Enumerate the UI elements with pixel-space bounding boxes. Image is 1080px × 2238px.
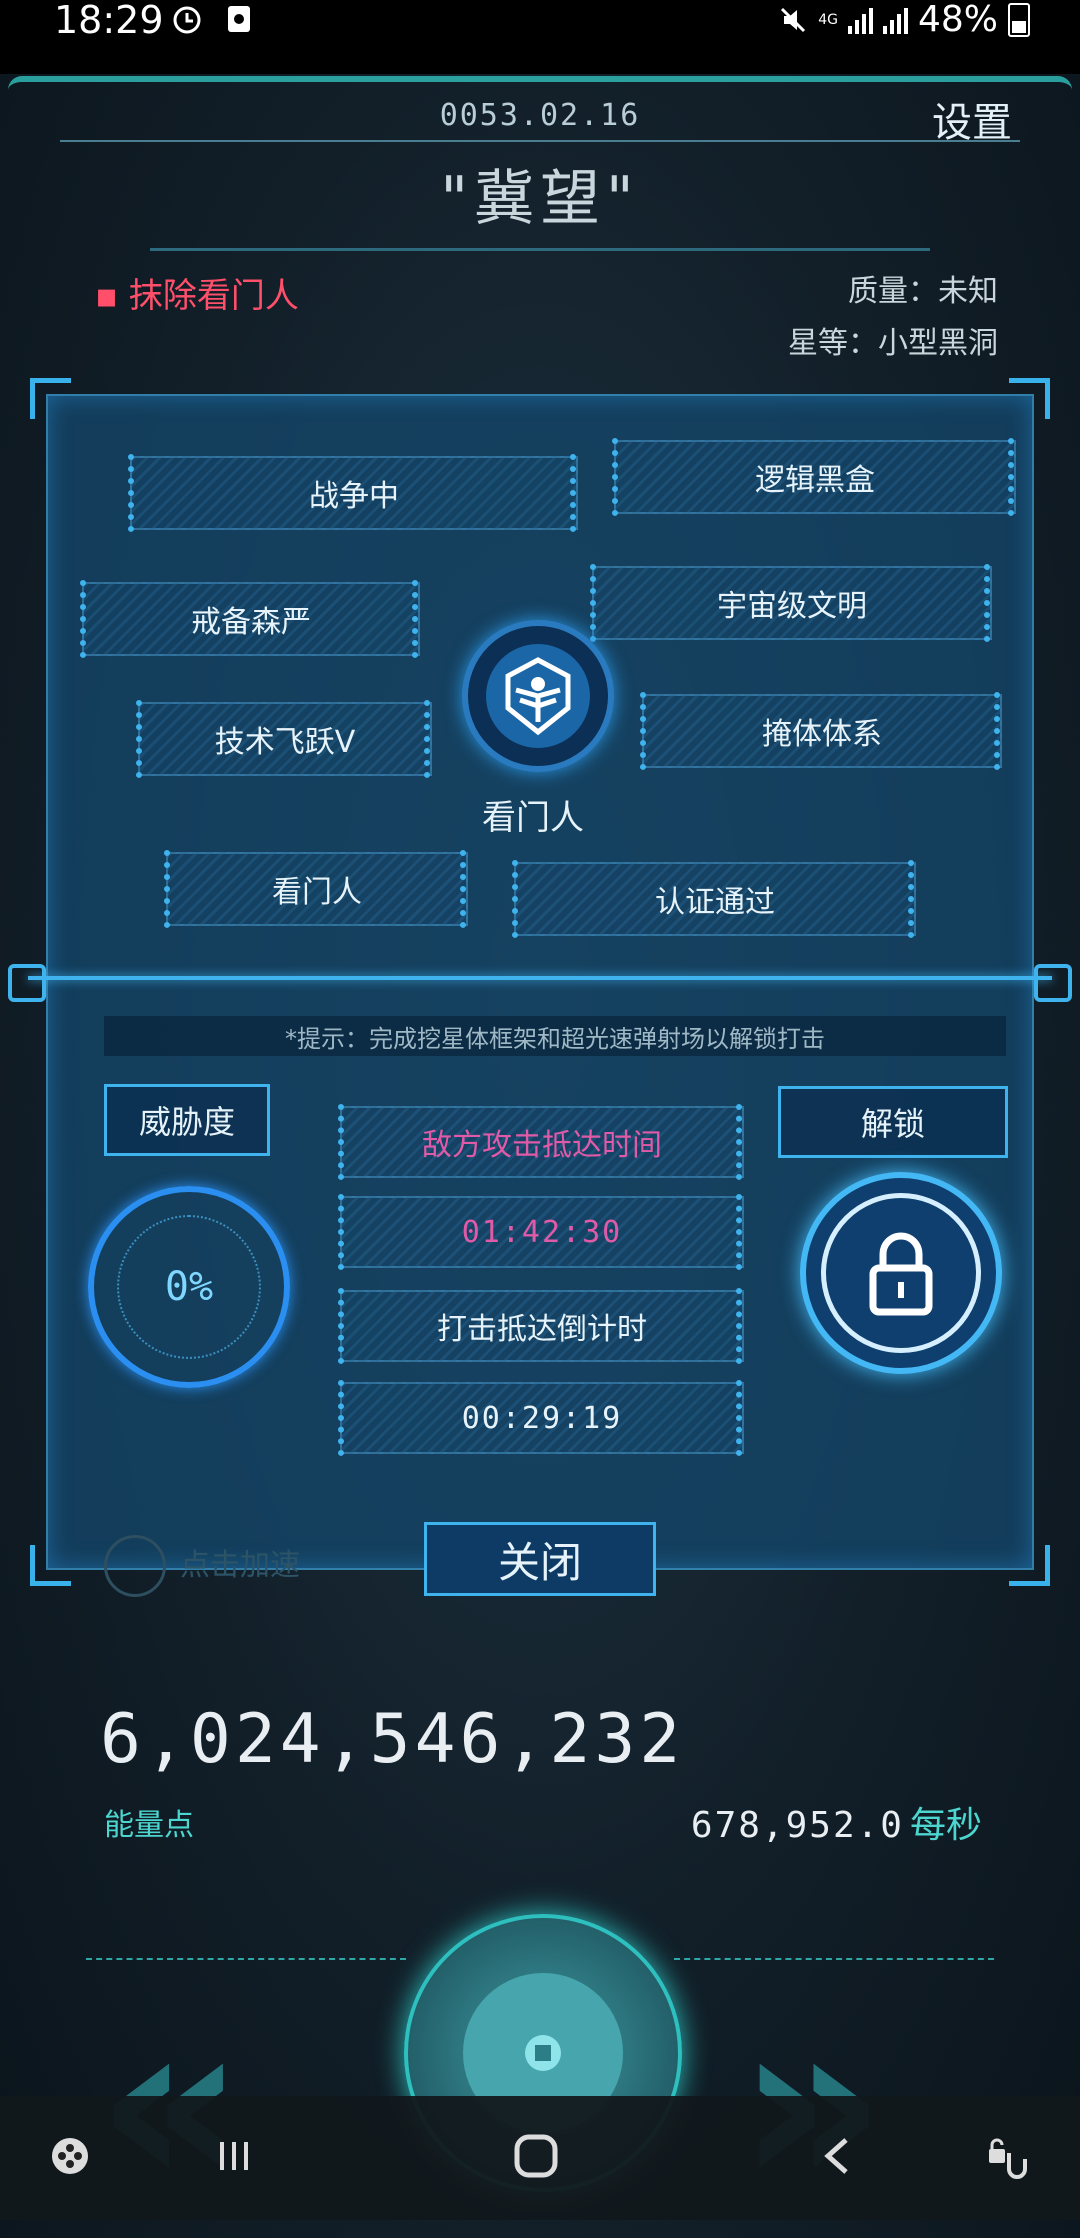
corner-bracket xyxy=(30,1545,71,1586)
strike-countdown-time: 00:29:19 xyxy=(338,1380,744,1456)
alarm-icon xyxy=(173,6,201,34)
header-divider-2 xyxy=(150,248,930,251)
close-button[interactable]: 关闭 xyxy=(424,1522,656,1596)
battery-icon xyxy=(1008,3,1030,37)
energy-label: 能量点 xyxy=(104,1808,194,1843)
system-navbar xyxy=(0,2096,1080,2220)
energy-rate-unit: 每秒 xyxy=(909,1805,982,1846)
unlock-button[interactable]: 解锁 xyxy=(778,1086,1008,1158)
enemy-arrival-time: 01:42:30 xyxy=(338,1194,744,1270)
boost-label[interactable]: 点击加速 xyxy=(108,1540,300,1584)
screenshot-icon xyxy=(228,6,250,32)
energy-points: 6,024,546,232 xyxy=(100,1700,685,1779)
home-icon[interactable] xyxy=(496,2116,576,2196)
corner-bracket xyxy=(1009,378,1050,419)
tag-certified: 认证通过 xyxy=(512,860,916,938)
main-button-dot xyxy=(525,2035,561,2071)
mute-icon xyxy=(781,7,806,33)
game-date: 0053.02.16 xyxy=(439,98,641,133)
header-divider xyxy=(60,140,1020,142)
network-type: 4G xyxy=(818,12,838,28)
lock-button[interactable] xyxy=(800,1172,1002,1374)
status-time: 18:29 xyxy=(54,0,164,42)
unlock-hint: *提示：完成挖星体框架和超光速弹射场以解锁打击 xyxy=(104,1016,1006,1056)
divider-tab xyxy=(8,964,46,1002)
tag-bunker: 掩体体系 xyxy=(640,692,1002,770)
game-tools-icon[interactable] xyxy=(30,2116,110,2196)
dash-line-left xyxy=(86,1958,406,1960)
emblem-label: 看门人 xyxy=(482,798,584,838)
tag-tech: 技术飞跃V xyxy=(136,700,432,778)
back-icon[interactable] xyxy=(798,2116,878,2196)
watcher-emblem-icon xyxy=(486,644,590,748)
touch-lock-icon[interactable] xyxy=(968,2116,1048,2196)
corner-bracket xyxy=(30,378,71,419)
corner-bracket xyxy=(1009,1545,1050,1586)
mission-text: 抹除看门人 xyxy=(128,276,299,316)
energy-rate-value: 678,952.0 xyxy=(690,1805,904,1846)
boost-text: 点击加速 xyxy=(180,1548,300,1583)
enemy-arrival-label: 敌方攻击抵达时间 xyxy=(338,1104,744,1180)
status-right: 4G 48% xyxy=(778,0,1030,40)
threat-gauge: 0% xyxy=(88,1186,290,1388)
watcher-emblem xyxy=(462,620,614,772)
divider-tab xyxy=(1034,964,1072,1002)
mass-info: 质量：未知 xyxy=(848,274,998,309)
signal-2-icon xyxy=(882,6,908,34)
recent-apps-icon[interactable] xyxy=(194,2116,274,2196)
threat-label: 威胁度 xyxy=(104,1084,270,1156)
energy-rate: 678,952.0 每秒 xyxy=(691,1796,982,1848)
panel-divider xyxy=(28,976,1052,980)
mission-title: ▪ 抹除看门人 xyxy=(95,276,299,316)
tag-alert: 戒备森严 xyxy=(80,580,420,658)
tag-watcher: 看门人 xyxy=(164,850,468,928)
tag-logic-box: 逻辑黑盒 xyxy=(612,438,1016,516)
strike-countdown-label: 打击抵达倒计时 xyxy=(338,1288,744,1364)
signal-1-icon xyxy=(847,6,873,34)
battery-percent: 48% xyxy=(917,0,998,40)
dash-line-right xyxy=(674,1958,994,1960)
threat-value: 0% xyxy=(117,1215,261,1359)
status-bar: 18:29 4G 48% xyxy=(0,0,1080,74)
planet-name: "冀望" xyxy=(440,164,640,234)
star-info: 星等：小型黑洞 xyxy=(788,326,998,361)
lock-icon xyxy=(821,1193,981,1353)
target-panel: 战争中 逻辑黑盒 戒备森严 宇宙级文明 技术飞跃V 掩体体系 看门人 认证通过 … xyxy=(8,378,1072,1586)
header-glow xyxy=(8,76,1072,94)
tag-war: 战争中 xyxy=(128,454,578,532)
tag-cosmic: 宇宙级文明 xyxy=(590,564,992,642)
